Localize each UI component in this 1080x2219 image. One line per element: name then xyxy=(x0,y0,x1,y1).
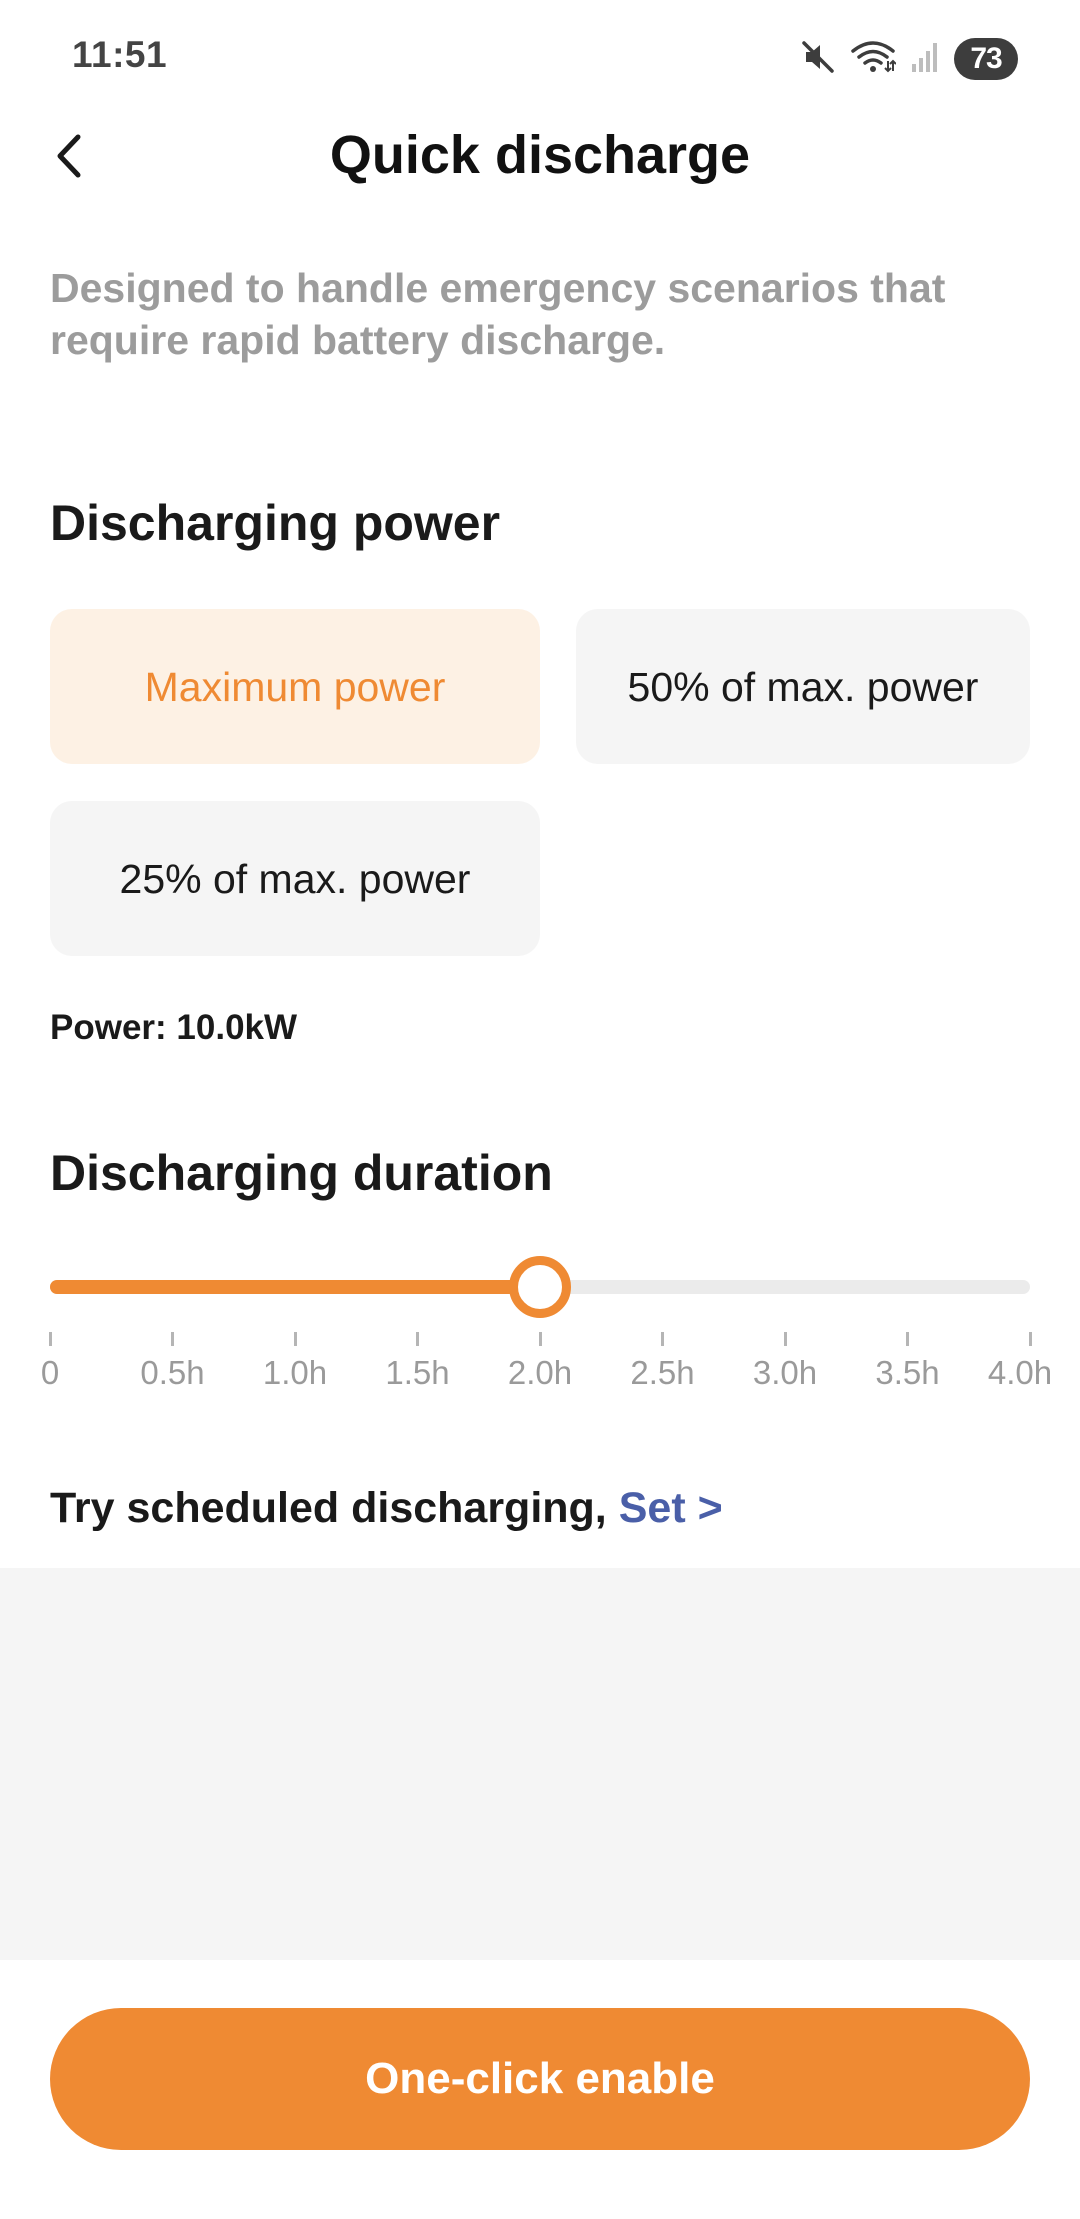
battery-indicator: 73 xyxy=(954,38,1018,80)
power-readout: Power: 10.0kW xyxy=(50,1008,298,1047)
status-icons: 73 xyxy=(800,36,1018,82)
duration-tick xyxy=(293,1332,297,1346)
duration-tick-label: 3.5h xyxy=(875,1354,940,1391)
option-maximum-power[interactable]: Maximum power xyxy=(50,609,540,764)
option-50-percent-power[interactable]: 50% of max. power xyxy=(576,609,1030,764)
set-schedule-link[interactable]: Set > xyxy=(619,1484,723,1532)
duration-tick xyxy=(906,1332,909,1346)
content-panel xyxy=(0,1568,1080,1960)
duration-slider-fill xyxy=(50,1280,540,1294)
wifi-icon xyxy=(850,39,897,80)
duration-tick xyxy=(783,1332,787,1346)
duration-tick-label: 3.0h xyxy=(752,1354,818,1391)
duration-slider-thumb[interactable] xyxy=(509,1256,571,1318)
duration-tick xyxy=(1028,1332,1032,1346)
page-title: Quick discharge xyxy=(329,125,751,185)
scheduled-discharging-text: Try scheduled discharging, xyxy=(50,1484,607,1532)
duration-tick xyxy=(171,1332,174,1346)
duration-tick-label: 0 xyxy=(40,1354,60,1391)
discharging-duration-title: Discharging duration xyxy=(50,1145,553,1201)
duration-tick xyxy=(416,1332,419,1346)
status-time: 11:51 xyxy=(72,34,168,75)
duration-tick-label: 4.0h xyxy=(987,1354,1053,1391)
discharging-power-title: Discharging power xyxy=(50,495,501,551)
scheduled-discharging-row: Try scheduled discharging, Set > xyxy=(50,1484,723,1533)
back-button[interactable] xyxy=(38,128,98,188)
duration-tick-label: 1.5h xyxy=(385,1354,450,1391)
duration-tick-label: 1.0h xyxy=(262,1354,328,1391)
page-description: Designed to handle emergency scenarios t… xyxy=(50,265,946,363)
mute-icon xyxy=(800,39,836,80)
option-25-percent-power[interactable]: 25% of max. power xyxy=(50,801,540,956)
duration-tick xyxy=(661,1332,664,1346)
duration-tick-label: 2.5h xyxy=(630,1354,695,1391)
one-click-enable-button[interactable]: One-click enable xyxy=(50,2008,1030,2150)
duration-tick xyxy=(538,1332,542,1346)
duration-tick xyxy=(48,1332,52,1346)
chevron-left-icon xyxy=(50,131,86,186)
duration-tick-label: 0.5h xyxy=(140,1354,205,1391)
duration-tick-label: 2.0h xyxy=(507,1354,573,1391)
signal-icon xyxy=(910,40,940,79)
